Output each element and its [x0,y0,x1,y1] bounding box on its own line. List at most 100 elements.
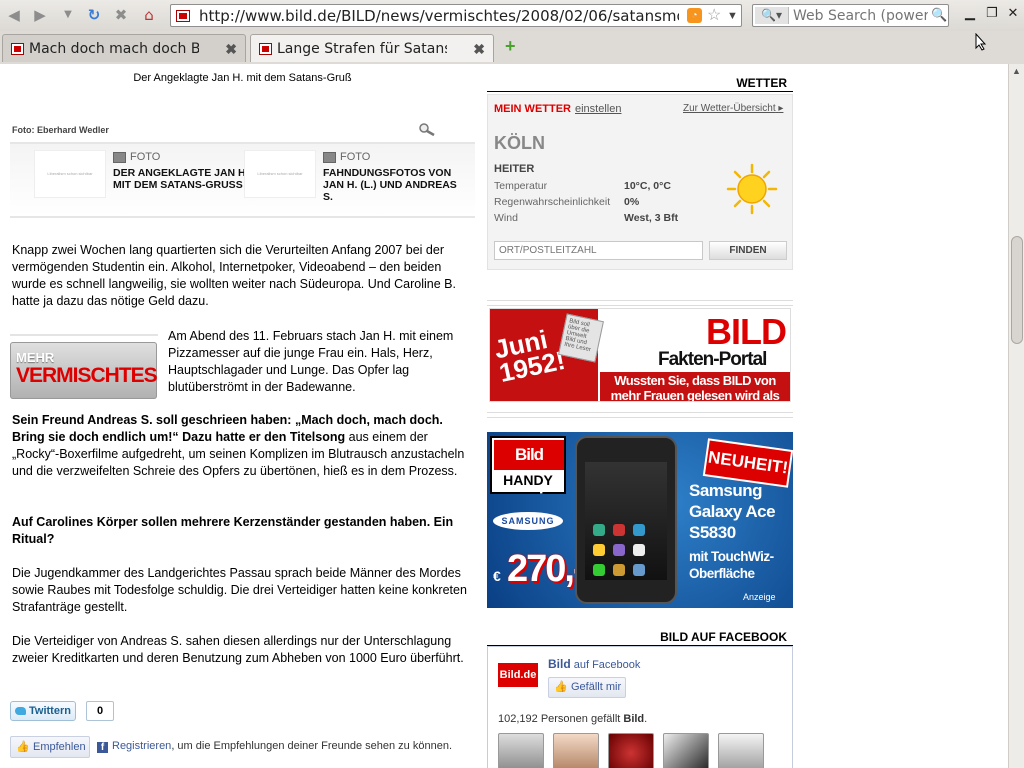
article-paragraph: Die Verteidiger von Andreas S. sahen die… [12,634,464,665]
bild-logo-text: BILD [706,311,787,352]
search-go-icon[interactable]: 🔍 [931,7,947,23]
gallery-title[interactable]: FAHNDUNGSFOTOS VON JAN H. (L.) UND ANDRE… [323,167,463,203]
close-tab-icon[interactable]: ✖ [473,40,485,58]
magnify-icon[interactable] [419,123,435,137]
gallery-item[interactable]: FOTO DER ANGEKLAGTE JAN H. MIT DEM SATAN… [113,151,249,191]
tab-favicon-icon [11,43,24,55]
site-favicon-icon [176,10,190,22]
find-weather-button[interactable]: FINDEN [709,241,787,260]
mehr-vermischtes-button[interactable]: MEHR VERMISCHTES [10,342,158,399]
forward-icon[interactable]: ▶ [30,5,50,25]
mehr-vermischtes-teaser[interactable]: MEHR VERMISCHTES [10,334,158,399]
facebook-icon: f [97,742,108,753]
search-bar[interactable]: 🔍▾ 🔍 [752,4,949,27]
fan-count-suffix: . [644,713,648,725]
history-dropdown-icon[interactable]: ▼ [58,5,78,25]
facebook-recommend-button[interactable]: Empfehlen [10,736,90,758]
bild-de-logo[interactable]: Bild.de [498,663,538,687]
facebook-page-link[interactable]: Bild auf Facebook [548,657,640,671]
tab-lange-strafen[interactable]: Lange Strafen für Satansm... ✖ [250,34,494,62]
search-input[interactable] [793,5,928,26]
location-input[interactable] [494,241,703,260]
url-bar[interactable]: http://www.bild.de/BILD/news/vermischtes… [170,4,742,27]
fan-avatar[interactable] [608,733,654,768]
weather-row-value: 0% [624,196,640,208]
weather-row: Temperatur 10°C, 0°C [494,180,754,192]
url-text[interactable]: http://www.bild.de/BILD/news/vermischtes… [199,6,679,26]
handy-text: HANDY [503,472,553,488]
close-tab-icon[interactable]: ✖ [225,40,237,58]
divider [487,412,793,418]
stop-icon[interactable]: ✖ [111,5,131,25]
gallery-title[interactable]: DER ANGEKLAGTE JAN H. MIT DEM SATANS-GRU… [113,167,253,191]
tab-label: Lange Strafen für Satansm... [277,41,447,57]
page-content: Der Angeklagte Jan H. mit dem Satans-Gru… [0,64,1008,768]
weather-row-value: West, 3 Bft [624,212,679,224]
ad-label: Anzeige [743,592,776,602]
mehr-label: MEHR [16,350,55,365]
url-dropdown-icon[interactable]: ▼ [727,6,738,26]
bild-fakten-portal-ad[interactable]: Juni 1952! Bild soll über die Umwelt Bil… [489,308,791,402]
new-tab-icon[interactable]: + [505,36,516,56]
phone-screen [585,462,667,580]
restore-icon[interactable]: ❐ [983,5,1001,21]
gallery-type: FOTO [130,151,161,164]
gallery-thumbnail[interactable]: Liberalism schon sichtbar [244,150,316,198]
weather-overview-label: Zur Wetter-Übersicht [683,103,776,114]
weather-row-label: Temperatur [494,180,548,192]
twitter-button[interactable]: Twittern [10,701,76,721]
phone-model: Samsung Galaxy Ace S5830 [689,481,776,542]
weather-row-label: Wind [494,212,518,224]
scroll-up-icon[interactable]: ▲ [1012,66,1021,76]
facebook-page-name[interactable]: Bild [548,657,571,671]
samsung-galaxy-ad[interactable]: Bild Shop HANDY SAMSUNG € 270,- NEUHEIT!… [487,432,793,608]
bild-shop-text: Bild Shop [494,440,564,494]
weather-widget: MEIN WETTER einstellen Zur Wetter-Übersi… [487,94,793,270]
facebook-register-link[interactable]: Registrieren [112,740,171,752]
samsung-logo: SAMSUNG [493,512,563,530]
close-window-icon[interactable]: ✕ [1004,5,1022,21]
phone-image [575,436,677,604]
weather-condition: HEITER [494,163,535,175]
fan-count-text: 102,192 Personen gefällt [498,713,624,725]
ad-question: Wussten Sie, dass BILD von mehr Frauen g… [600,372,790,401]
article-paragraph: Sein Freund Andreas S. soll geschrieen h… [12,412,476,480]
navigation-toolbar: ◀ ▶ ▼ ↻ ✖ ⌂ http://www.bild.de/BILD/news… [0,0,1024,31]
reload-icon[interactable]: ↻ [84,5,104,25]
search-engine-icon[interactable]: 🔍▾ [755,7,789,24]
photo-gallery-strip: Liberalism schon sichtbar FOTO DER ANGEK… [10,142,475,218]
weather-row: Wind West, 3 Bft [494,212,754,224]
facebook-section-title: BILD AUF FACEBOOK [654,630,787,644]
fan-avatar[interactable] [498,733,544,768]
weather-section-header: WETTER [487,74,793,92]
fan-avatar[interactable] [718,733,764,768]
fakten-portal-text: Fakten-Portal [658,349,767,370]
weather-row: Regenwahrscheinlichkeit 0% [494,196,754,208]
fan-avatar[interactable] [663,733,709,768]
weather-settings-link[interactable]: einstellen [575,103,621,115]
minimize-icon[interactable]: ▁ [961,5,979,21]
fan-avatar[interactable] [553,733,599,768]
twitter-count: 0 [86,701,114,721]
bookmark-star-icon[interactable]: ☆ [707,6,721,26]
photo-credit: Foto: Eberhard Wedler [12,125,109,135]
gallery-thumbnail[interactable]: Liberalism schon sichtbar [34,150,106,198]
phone-feature: mit TouchWiz-Oberfläche [689,549,774,581]
gallery-item[interactable]: FOTO FAHNDUNGSFOTOS VON JAN H. (L.) UND … [323,151,457,203]
rss-feed-icon[interactable]: ◔ [687,8,702,23]
weather-overview-link[interactable]: Zur Wetter-Übersicht ▸ [683,103,783,114]
facebook-page-sub: auf Facebook [570,659,641,671]
home-icon[interactable]: ⌂ [139,5,159,25]
article-paragraph: Knapp zwei Wochen lang quartierten sich … [12,243,456,308]
vertical-scrollbar[interactable]: ▲ [1008,64,1024,768]
weather-row-label: Regenwahrscheinlichkeit [494,196,611,208]
back-icon[interactable]: ◀ [4,5,24,25]
image-caption: Der Angeklagte Jan H. mit dem Satans-Gru… [133,72,352,84]
my-weather-label: MEIN WETTER [494,103,571,115]
facebook-like-button[interactable]: Gefällt mir [548,677,626,698]
scrollbar-thumb[interactable] [1011,236,1023,344]
chevron-right-icon: ▸ [778,103,784,114]
facebook-register-text: f Registrieren, um die Empfehlungen deine… [97,740,452,753]
weather-row-value: 10°C, 0°C [624,180,671,192]
tab-mach-doch[interactable]: Mach doch mach doch Brin... ✖ [2,34,246,62]
